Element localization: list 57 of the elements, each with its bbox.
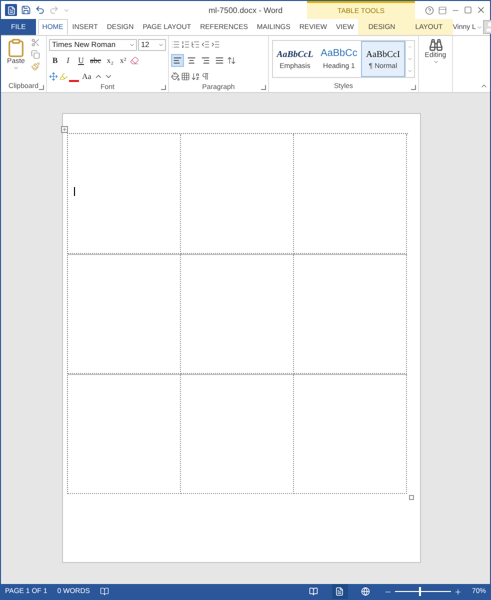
caret-icon	[432, 59, 438, 65]
table-cell[interactable]	[294, 134, 407, 254]
change-case-button[interactable]: Aa	[80, 70, 94, 83]
help-icon[interactable]	[425, 6, 434, 14]
collapse-ribbon-icon[interactable]	[480, 82, 488, 90]
undo-icon[interactable]	[35, 5, 45, 15]
copy-icon[interactable]	[31, 50, 40, 59]
table-cell[interactable]	[68, 254, 181, 374]
zoom-in-icon[interactable]	[454, 588, 462, 596]
clipboard-icon	[6, 38, 26, 58]
text-cursor	[74, 187, 75, 196]
table-cell[interactable]	[181, 134, 294, 254]
table-cell[interactable]	[294, 254, 407, 374]
cut-icon[interactable]	[31, 38, 40, 47]
borders-icon[interactable]	[181, 72, 190, 81]
bullets-icon[interactable]	[171, 40, 180, 49]
customize-caret-icon[interactable]	[63, 6, 70, 14]
table-cell[interactable]	[294, 374, 407, 494]
window-title: ml-7500.docx - Word	[208, 6, 283, 14]
table-cell[interactable]	[181, 254, 294, 374]
close-icon[interactable]	[476, 5, 486, 15]
format-button[interactable]: B	[49, 54, 61, 67]
ribbon-display-icon[interactable]	[438, 6, 447, 14]
increase-indent-icon[interactable]	[211, 40, 220, 49]
sort-icon[interactable]	[191, 72, 200, 81]
caret-icon[interactable]	[476, 24, 483, 30]
format-button[interactable]: U	[75, 54, 87, 67]
eraser-icon[interactable]	[130, 56, 140, 65]
word-logo-icon	[5, 4, 17, 16]
grow-font-icon[interactable]	[94, 72, 104, 81]
format-painter-icon[interactable]	[31, 62, 40, 71]
pilcrow-icon[interactable]	[201, 72, 210, 81]
numbering-icon[interactable]	[181, 40, 190, 49]
save-icon[interactable]	[21, 5, 31, 15]
caret-icon	[13, 65, 19, 71]
decrease-indent-icon[interactable]	[201, 40, 210, 49]
caret-icon	[129, 42, 135, 48]
format-button[interactable]: abc	[88, 54, 104, 67]
multilevel-list-icon[interactable]	[191, 40, 200, 49]
table-cell[interactable]	[68, 374, 181, 494]
caret-icon	[158, 42, 164, 48]
binoculars-icon	[428, 38, 442, 52]
align-left-icon[interactable]	[171, 54, 184, 67]
shrink-font-icon[interactable]	[104, 72, 114, 81]
line-spacing-icon[interactable]	[227, 56, 236, 65]
print-layout-icon[interactable]	[332, 584, 348, 599]
table-resize-handle-icon[interactable]	[409, 495, 414, 500]
table-move-handle-icon[interactable]	[61, 126, 68, 133]
maximize-icon[interactable]	[464, 6, 472, 14]
table-cell[interactable]	[68, 134, 181, 254]
format-button[interactable]: x²	[117, 54, 130, 67]
format-button[interactable]: x₂	[104, 54, 116, 67]
format-button[interactable]: I	[62, 54, 74, 67]
highlighter-icon[interactable]	[59, 72, 68, 81]
proofing-icon[interactable]	[100, 587, 109, 596]
table-cell[interactable]	[181, 374, 294, 494]
shading-icon[interactable]	[171, 72, 180, 81]
